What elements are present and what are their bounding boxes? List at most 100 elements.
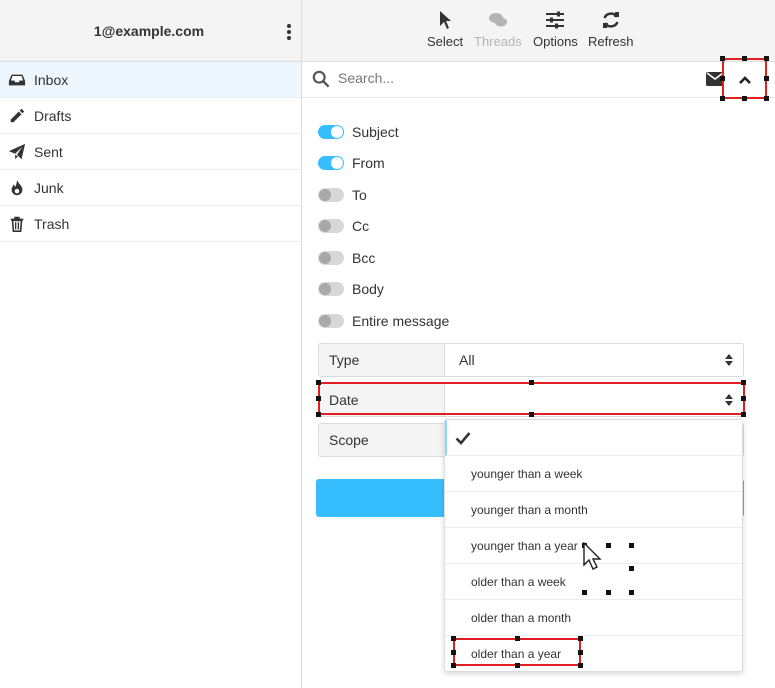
mail-app: 1@example.com Inbox Drafts Sent Junk Tra… xyxy=(0,0,775,688)
checkmark-icon xyxy=(455,431,471,445)
message-pane: Select Threads Options Refresh Search...… xyxy=(302,0,775,688)
handle xyxy=(316,396,321,401)
option-label: Bcc xyxy=(352,249,376,266)
handle xyxy=(578,663,583,668)
folder-pane: 1@example.com Inbox Drafts Sent Junk Tra… xyxy=(0,0,302,688)
search-bar xyxy=(302,62,775,98)
folder-label: Inbox xyxy=(34,71,69,88)
date-option[interactable]: younger than a month xyxy=(445,492,742,528)
to-toggle[interactable] xyxy=(318,187,344,202)
select-label: Select xyxy=(427,34,464,49)
options-button[interactable]: Options xyxy=(533,10,578,49)
handle xyxy=(764,96,769,101)
search-input[interactable] xyxy=(338,70,658,86)
subject-toggle[interactable] xyxy=(318,124,344,139)
body-toggle[interactable] xyxy=(318,282,344,297)
handle xyxy=(741,396,746,401)
option-label: To xyxy=(352,186,367,203)
handle xyxy=(720,76,725,81)
type-filter: Type All xyxy=(318,343,744,377)
folder-label: Trash xyxy=(34,215,70,232)
folder-list: Inbox Drafts Sent Junk Trash xyxy=(0,62,301,242)
folder-item-sent[interactable]: Sent xyxy=(0,134,301,170)
handle xyxy=(606,590,611,595)
paper-plane-icon xyxy=(8,143,26,159)
inbox-icon xyxy=(8,74,26,85)
handle xyxy=(529,380,534,385)
refresh-label: Refresh xyxy=(588,34,634,49)
option-cc[interactable]: Cc xyxy=(318,211,449,243)
handle xyxy=(629,590,634,595)
handle xyxy=(578,636,583,641)
date-option[interactable]: older than a year xyxy=(445,636,742,671)
bcc-toggle[interactable] xyxy=(318,250,344,265)
fire-icon xyxy=(11,179,23,195)
folder-label: Sent xyxy=(34,143,63,160)
option-label: Entire message xyxy=(352,312,450,329)
toolbar: Select Threads Options Refresh xyxy=(302,0,775,62)
date-label: Date xyxy=(319,384,445,416)
refresh-icon xyxy=(602,12,619,28)
trash-icon xyxy=(10,216,24,232)
option-label: Cc xyxy=(352,218,370,235)
folder-item-trash[interactable]: Trash xyxy=(0,206,301,242)
handle xyxy=(316,412,321,417)
sliders-icon xyxy=(546,11,565,29)
date-option[interactable]: younger than a week xyxy=(445,456,742,492)
option-entire-message[interactable]: Entire message xyxy=(318,305,449,337)
cc-toggle[interactable] xyxy=(318,219,344,234)
option-from[interactable]: From xyxy=(318,148,449,180)
handle xyxy=(742,96,747,101)
handle xyxy=(629,543,634,548)
option-subject[interactable]: Subject xyxy=(318,116,449,148)
option-to[interactable]: To xyxy=(318,179,449,211)
select-caret-icon xyxy=(725,394,733,406)
threads-button[interactable]: Threads xyxy=(474,10,522,49)
option-bcc[interactable]: Bcc xyxy=(318,242,449,274)
type-value: All xyxy=(459,352,475,368)
search-options: Subject From To Cc Bcc Body Entire messa… xyxy=(318,116,449,337)
option-body[interactable]: Body xyxy=(318,274,449,306)
account-header: 1@example.com xyxy=(0,0,301,62)
option-label: From xyxy=(352,155,385,172)
folder-label: Junk xyxy=(34,179,64,196)
date-option-any[interactable] xyxy=(445,420,742,456)
pencil-icon xyxy=(10,108,25,122)
folder-item-junk[interactable]: Junk xyxy=(0,170,301,206)
folder-label: Drafts xyxy=(34,107,72,124)
handle xyxy=(582,590,587,595)
option-label: Subject xyxy=(352,123,399,140)
type-select[interactable]: All xyxy=(445,344,743,376)
from-toggle[interactable] xyxy=(318,156,344,171)
handle xyxy=(578,650,583,655)
handle xyxy=(742,56,747,61)
account-email: 1@example.com xyxy=(93,23,205,39)
type-label: Type xyxy=(319,344,445,376)
threads-label: Threads xyxy=(474,34,522,49)
date-option[interactable]: older than a month xyxy=(445,600,742,636)
refresh-button[interactable]: Refresh xyxy=(588,10,634,49)
scope-label: Scope xyxy=(319,424,445,456)
collapse-options-button[interactable] xyxy=(722,62,767,98)
handle xyxy=(764,76,769,81)
handle xyxy=(515,663,520,668)
handle xyxy=(515,636,520,641)
select-button[interactable]: Select xyxy=(427,10,463,49)
folder-item-inbox[interactable]: Inbox xyxy=(0,62,301,98)
comments-icon xyxy=(488,13,507,27)
select-caret-icon xyxy=(725,354,733,366)
handle xyxy=(316,380,321,385)
handle xyxy=(764,56,769,61)
mouse-cursor-icon xyxy=(583,542,602,570)
chevron-up-icon xyxy=(738,76,751,84)
more-menu-icon[interactable] xyxy=(284,24,294,44)
date-select[interactable] xyxy=(445,384,743,416)
option-label: Body xyxy=(352,281,384,298)
folder-item-drafts[interactable]: Drafts xyxy=(0,98,301,134)
pointer-icon xyxy=(440,11,452,29)
handle xyxy=(451,663,456,668)
handle xyxy=(451,650,456,655)
handle xyxy=(720,96,725,101)
handle xyxy=(529,412,534,417)
entire-message-toggle[interactable] xyxy=(318,313,344,328)
